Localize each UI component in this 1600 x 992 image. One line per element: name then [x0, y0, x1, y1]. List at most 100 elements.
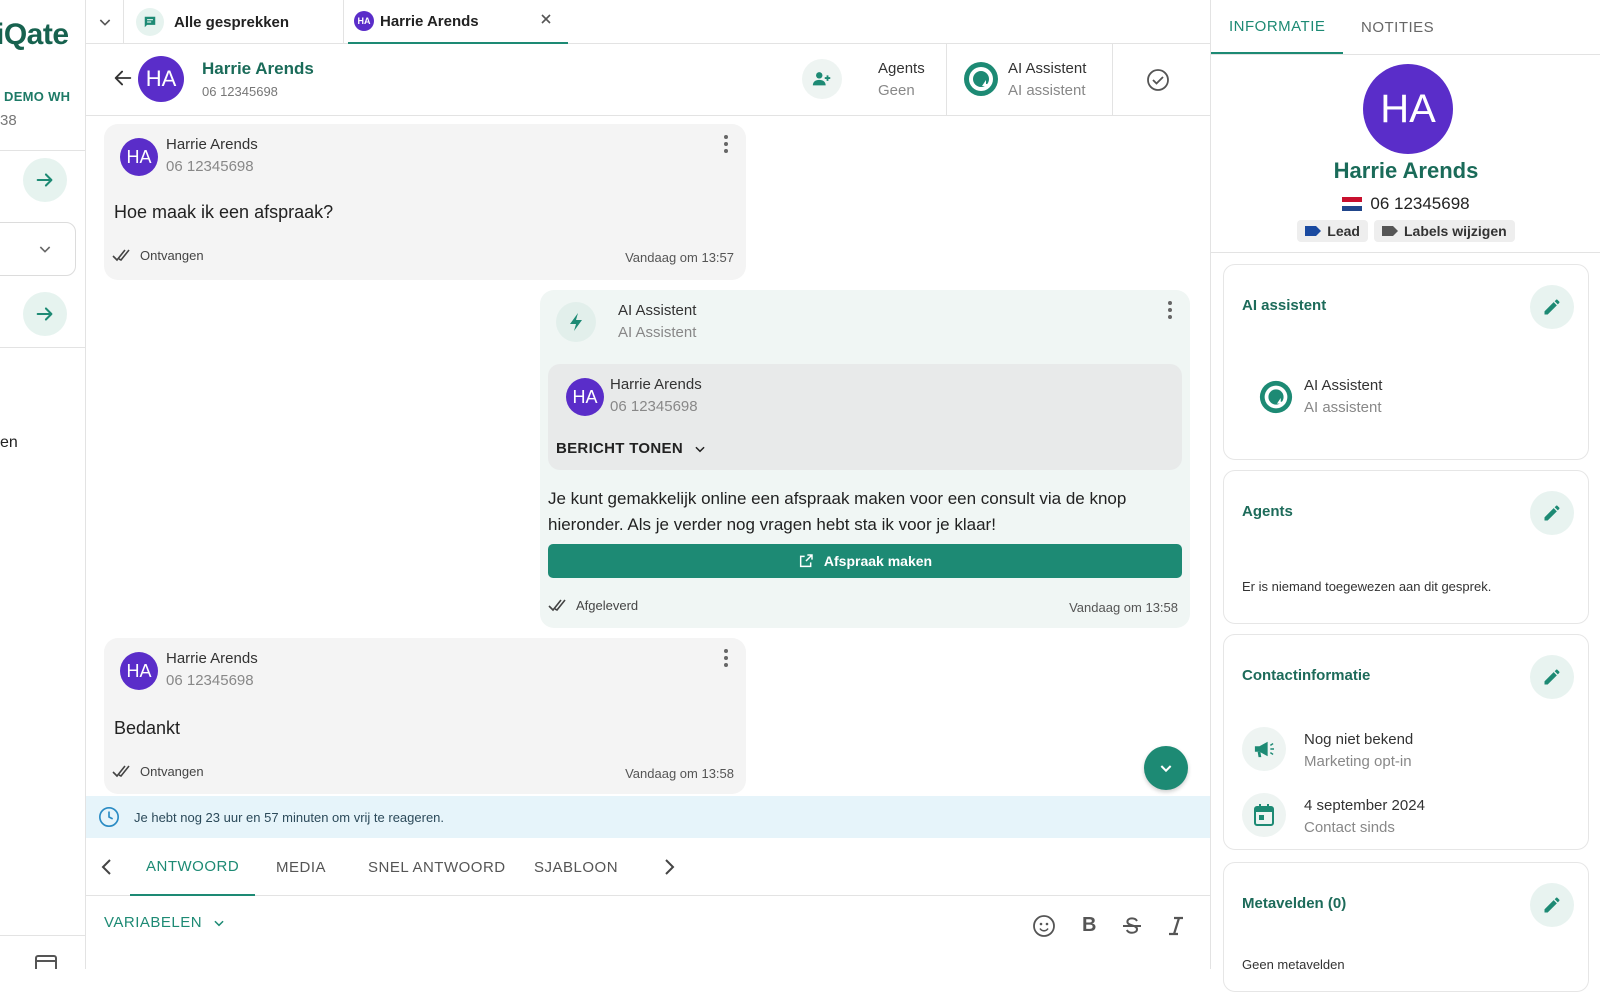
- labels-row: Lead Labels wijzigen: [1211, 220, 1600, 242]
- composer: VARIABELEN B: [86, 896, 1210, 969]
- ai-assistant-icon[interactable]: [962, 60, 1000, 98]
- tab-media[interactable]: MEDIA: [276, 838, 326, 896]
- more-vert-icon[interactable]: [718, 134, 734, 154]
- contact-since-value: 4 september 2024: [1304, 797, 1425, 814]
- chevron-left-icon[interactable]: [100, 858, 114, 876]
- message-time: Vandaag om 13:58: [1069, 600, 1178, 615]
- incoming-message: HA Harrie Arends 06 12345698 Hoe maak ik…: [104, 124, 746, 280]
- variables-label: VARIABELEN: [104, 914, 203, 931]
- agents-empty-text: Er is niemand toegewezen aan dit gesprek…: [1242, 579, 1492, 594]
- divider: [1112, 44, 1113, 116]
- calendar-icon[interactable]: [34, 954, 58, 969]
- meta-empty-text: Geen metavelden: [1242, 957, 1345, 972]
- arrow-right-button-2[interactable]: [23, 292, 67, 336]
- close-icon[interactable]: [540, 13, 552, 25]
- external-link-icon: [799, 554, 813, 568]
- brand-logo: iQate: [0, 18, 69, 51]
- emoji-icon[interactable]: [1032, 914, 1056, 938]
- chevron-down-icon: [39, 246, 51, 253]
- tab-harrie-arends[interactable]: HA Harrie Arends: [348, 0, 568, 44]
- sender-name: AI Assistent: [618, 302, 697, 319]
- chat-header: HA Harrie Arends 06 12345698 Agents Geen…: [86, 44, 1210, 116]
- message-time: Vandaag om 13:58: [625, 766, 734, 781]
- edit-button[interactable]: [1530, 285, 1574, 329]
- tab-template[interactable]: SJABLOON: [534, 838, 618, 896]
- show-message-button[interactable]: BERICHT TONEN: [556, 440, 707, 457]
- contact-phone-row: 06 12345698: [1211, 194, 1600, 214]
- tab-notes[interactable]: NOTITIES: [1361, 0, 1434, 54]
- avatar: HA: [138, 56, 184, 102]
- outgoing-ai-message: AI Assistent AI Assistent HA Harrie Aren…: [540, 290, 1190, 628]
- message-status: Ontvangen: [140, 248, 204, 263]
- divider: [0, 347, 85, 348]
- make-appointment-button[interactable]: Afspraak maken: [548, 544, 1182, 578]
- edit-button[interactable]: [1530, 491, 1574, 535]
- double-check-icon: [548, 598, 568, 612]
- sender-name: Harrie Arends: [166, 650, 258, 667]
- divider: [946, 44, 947, 116]
- edit-button[interactable]: [1530, 655, 1574, 699]
- agents-value: Geen: [878, 82, 915, 99]
- tab-information[interactable]: INFORMATIE: [1211, 0, 1344, 54]
- contact-info-card: Contactinformatie Nog niet bekend Market…: [1223, 634, 1589, 850]
- more-vert-icon[interactable]: [718, 648, 734, 668]
- pencil-icon: [1544, 669, 1560, 685]
- divider: [0, 935, 85, 936]
- message-text: Hoe maak ik een afspraak?: [114, 202, 334, 222]
- workspace-name: DEMO WH: [4, 89, 71, 104]
- back-arrow-icon[interactable]: [112, 67, 134, 89]
- tab-quick-reply[interactable]: SNEL ANTWOORD: [368, 838, 506, 896]
- sender-sub: AI Assistent: [618, 324, 697, 341]
- contact-phone: 06 12345698: [1370, 194, 1470, 213]
- message-status: Ontvangen: [140, 764, 204, 779]
- tab-all-conversations[interactable]: Alle gesprekken: [136, 0, 344, 44]
- contact-name[interactable]: Harrie Arends: [202, 59, 314, 79]
- divider: [0, 150, 85, 151]
- show-message-label: BERICHT TONEN: [556, 440, 683, 457]
- label-lead[interactable]: Lead: [1297, 220, 1368, 242]
- double-check-icon: [112, 248, 132, 262]
- ai-assistant-value: AI assistent: [1008, 82, 1086, 99]
- tabs-dropdown-button[interactable]: [86, 0, 124, 44]
- avatar: HA: [354, 11, 374, 31]
- agents-card: Agents Er is niemand toegewezen aan dit …: [1223, 470, 1589, 624]
- chevron-down-icon: [214, 920, 224, 926]
- ai-sub: AI assistent: [1304, 399, 1382, 416]
- meta-fields-card: Metavelden (0) Geen metavelden: [1223, 862, 1589, 992]
- marketing-value: Nog niet bekend: [1304, 731, 1414, 748]
- agents-icon[interactable]: [802, 59, 842, 99]
- pencil-icon: [1544, 897, 1560, 913]
- contact-phone: 06 12345698: [202, 84, 278, 99]
- avatar: HA: [120, 652, 158, 690]
- ai-assistant-icon: [1258, 379, 1294, 415]
- edit-button[interactable]: [1530, 883, 1574, 927]
- resolve-check-icon[interactable]: [1146, 68, 1170, 92]
- more-vert-icon[interactable]: [1162, 300, 1178, 320]
- label-lead-text: Lead: [1327, 223, 1360, 239]
- message-list[interactable]: HA Harrie Arends 06 12345698 Hoe maak ik…: [86, 116, 1210, 796]
- tab-reply[interactable]: ANTWOORD: [130, 838, 256, 896]
- edit-labels-text: Labels wijzigen: [1403, 223, 1507, 239]
- quoted-phone: 06 12345698: [610, 398, 698, 415]
- edit-labels-button[interactable]: Labels wijzigen: [1373, 220, 1515, 242]
- chevron-right-icon[interactable]: [662, 858, 676, 876]
- incoming-message: HA Harrie Arends 06 12345698 Bedankt Ont…: [104, 638, 746, 794]
- strikethrough-icon[interactable]: [1120, 914, 1144, 938]
- scroll-down-button[interactable]: [1144, 746, 1188, 790]
- divider: [1211, 252, 1600, 253]
- arrow-right-icon: [36, 307, 53, 321]
- italic-icon[interactable]: [1166, 914, 1186, 938]
- workspace-dropdown[interactable]: [0, 222, 76, 276]
- reply-window-banner: Je hebt nog 23 uur en 57 minuten om vrij…: [86, 796, 1210, 838]
- avatar: HA: [1363, 64, 1453, 154]
- banner-text: Je hebt nog 23 uur en 57 minuten om vrij…: [134, 809, 445, 825]
- sidebar-partial-text: en: [0, 434, 18, 451]
- quoted-name: Harrie Arends: [610, 376, 702, 393]
- avatar: HA: [566, 378, 604, 416]
- sender-phone: 06 12345698: [166, 672, 254, 689]
- lightning-icon: [556, 302, 596, 342]
- arrow-right-button[interactable]: [23, 158, 67, 202]
- variables-dropdown[interactable]: VARIABELEN: [104, 914, 226, 931]
- bold-button[interactable]: B: [1082, 914, 1096, 937]
- sender-name: Harrie Arends: [166, 136, 258, 153]
